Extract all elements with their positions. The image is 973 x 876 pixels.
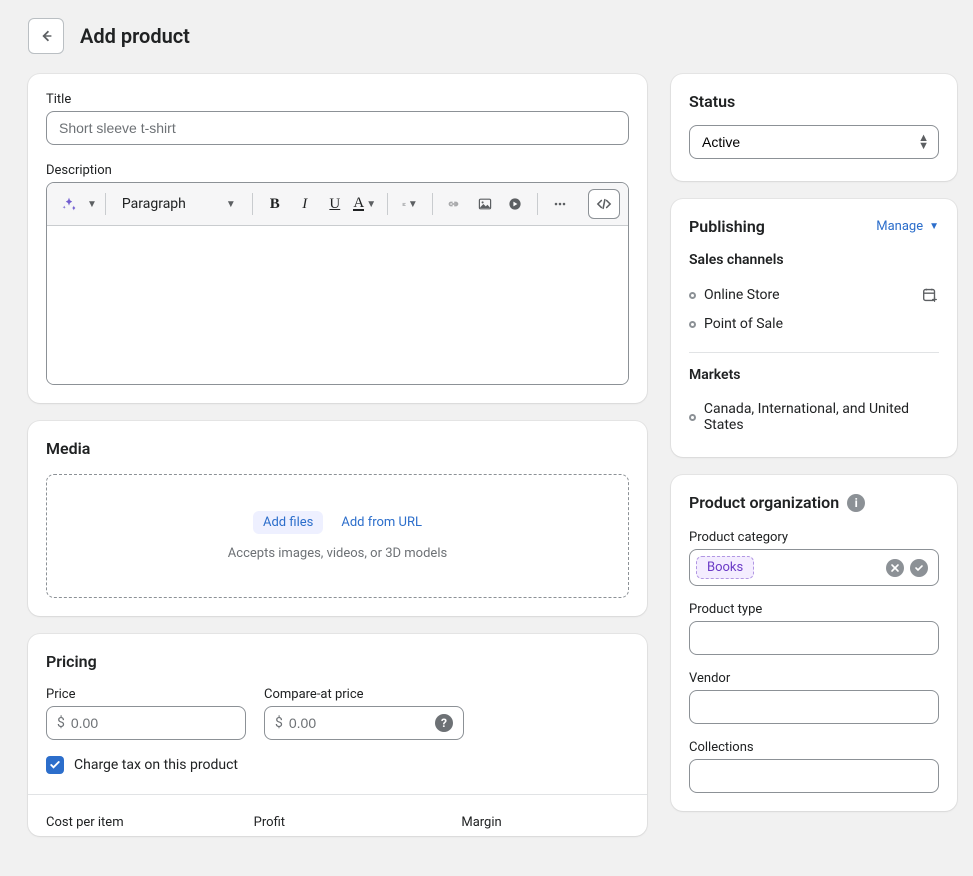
markets-item: Canada, International, and United States — [689, 395, 939, 439]
pricing-card: Pricing Price $ Compare-at price $ — [28, 634, 647, 836]
cost-per-item-label: Cost per item — [46, 815, 214, 830]
bold-icon: B — [270, 196, 280, 213]
media-heading: Media — [46, 439, 629, 458]
compare-at-input[interactable] — [289, 707, 435, 739]
more-button[interactable] — [546, 190, 574, 218]
underline-button[interactable]: U — [321, 190, 349, 218]
product-category-input[interactable]: Books — [689, 549, 939, 586]
compare-at-help-icon[interactable]: ? — [435, 714, 453, 732]
check-icon — [49, 759, 61, 771]
description-textarea[interactable] — [47, 226, 628, 384]
title-input[interactable] — [46, 111, 629, 145]
pricing-heading: Pricing — [46, 652, 629, 671]
status-card: Status Active ▲▼ — [671, 74, 957, 181]
channel-point-of-sale: Point of Sale — [689, 310, 939, 338]
media-hint: Accepts images, videos, or 3D models — [59, 546, 616, 561]
margin-label: Margin — [461, 815, 629, 830]
collections-label: Collections — [689, 740, 939, 755]
markets-heading: Markets — [689, 367, 939, 383]
accept-category-button[interactable] — [910, 559, 928, 577]
currency-symbol: $ — [57, 715, 71, 731]
media-card: Media Add files Add from URL Accepts ima… — [28, 421, 647, 616]
info-icon[interactable]: i — [847, 494, 865, 512]
publishing-manage-button[interactable]: Manage ▼ — [876, 219, 939, 234]
title-description-card: Title Description ▼ Paragraph ▼ — [28, 74, 647, 403]
link-icon — [447, 196, 463, 212]
dismiss-category-button[interactable] — [886, 559, 904, 577]
bold-button[interactable]: B — [261, 190, 289, 218]
bullet-icon — [689, 321, 696, 328]
text-color-icon: A — [353, 197, 364, 211]
play-circle-icon — [507, 196, 523, 212]
bullet-icon — [689, 414, 696, 421]
product-type-input[interactable] — [689, 621, 939, 655]
profit-label: Profit — [254, 815, 422, 830]
publishing-card: Publishing Manage ▼ Sales channels Onlin… — [671, 199, 957, 457]
product-category-label: Product category — [689, 530, 939, 545]
chevron-down-icon: ▼ — [408, 199, 418, 210]
price-input[interactable] — [71, 707, 235, 739]
video-button[interactable] — [501, 190, 529, 218]
align-icon — [402, 197, 406, 212]
organization-heading: Product organization — [689, 493, 839, 512]
status-select[interactable]: Active — [689, 125, 939, 159]
charge-tax-checkbox[interactable] — [46, 756, 64, 774]
description-editor: ▼ Paragraph ▼ B I U A▼ — [46, 182, 629, 385]
chevron-down-icon: ▼ — [87, 199, 97, 210]
rte-toolbar: ▼ Paragraph ▼ B I U A▼ — [47, 183, 628, 226]
align-button[interactable]: ▼ — [396, 190, 424, 218]
image-icon — [477, 196, 493, 212]
product-type-label: Product type — [689, 602, 939, 617]
image-button[interactable] — [471, 190, 499, 218]
product-organization-card: Product organization i Product category … — [671, 475, 957, 811]
media-dropzone[interactable]: Add files Add from URL Accepts images, v… — [46, 474, 629, 598]
text-color-button[interactable]: A▼ — [351, 190, 379, 218]
page-title: Add product — [80, 24, 190, 48]
dots-icon — [552, 196, 568, 212]
add-files-button[interactable]: Add files — [253, 511, 323, 534]
html-view-button[interactable] — [588, 189, 620, 219]
price-label: Price — [46, 687, 246, 702]
compare-at-label: Compare-at price — [264, 687, 464, 702]
channel-name: Point of Sale — [704, 316, 783, 332]
markets-text: Canada, International, and United States — [704, 401, 939, 433]
italic-button[interactable]: I — [291, 190, 319, 218]
sales-channels-heading: Sales channels — [689, 252, 939, 268]
channel-online-store: Online Store — [689, 280, 939, 310]
status-heading: Status — [689, 92, 939, 111]
chevron-down-icon: ▼ — [366, 199, 376, 210]
add-from-url-button[interactable]: Add from URL — [341, 515, 422, 530]
chevron-down-icon: ▼ — [226, 199, 236, 210]
category-tag[interactable]: Books — [696, 556, 754, 579]
check-icon — [914, 563, 924, 573]
vendor-label: Vendor — [689, 671, 939, 686]
bullet-icon — [689, 292, 696, 299]
chevron-down-icon: ▼ — [929, 221, 939, 232]
code-icon — [595, 197, 613, 211]
link-button[interactable] — [441, 190, 469, 218]
paragraph-label: Paragraph — [122, 196, 186, 212]
charge-tax-label: Charge tax on this product — [74, 757, 238, 773]
italic-icon: I — [302, 196, 307, 213]
paragraph-style-select[interactable]: Paragraph ▼ — [114, 196, 244, 212]
calendar-add-icon — [921, 286, 939, 304]
arrow-left-icon — [37, 27, 55, 45]
collections-input[interactable] — [689, 759, 939, 793]
underline-icon: U — [329, 196, 340, 213]
x-icon — [890, 563, 900, 573]
channel-name: Online Store — [704, 287, 780, 303]
publishing-heading: Publishing — [689, 217, 765, 236]
sparkle-icon — [61, 196, 77, 212]
vendor-input[interactable] — [689, 690, 939, 724]
currency-symbol: $ — [275, 715, 289, 731]
back-button[interactable] — [28, 18, 64, 54]
ai-assist-button[interactable] — [55, 190, 83, 218]
schedule-button[interactable] — [921, 286, 939, 304]
title-label: Title — [46, 92, 629, 107]
description-label: Description — [46, 163, 629, 178]
